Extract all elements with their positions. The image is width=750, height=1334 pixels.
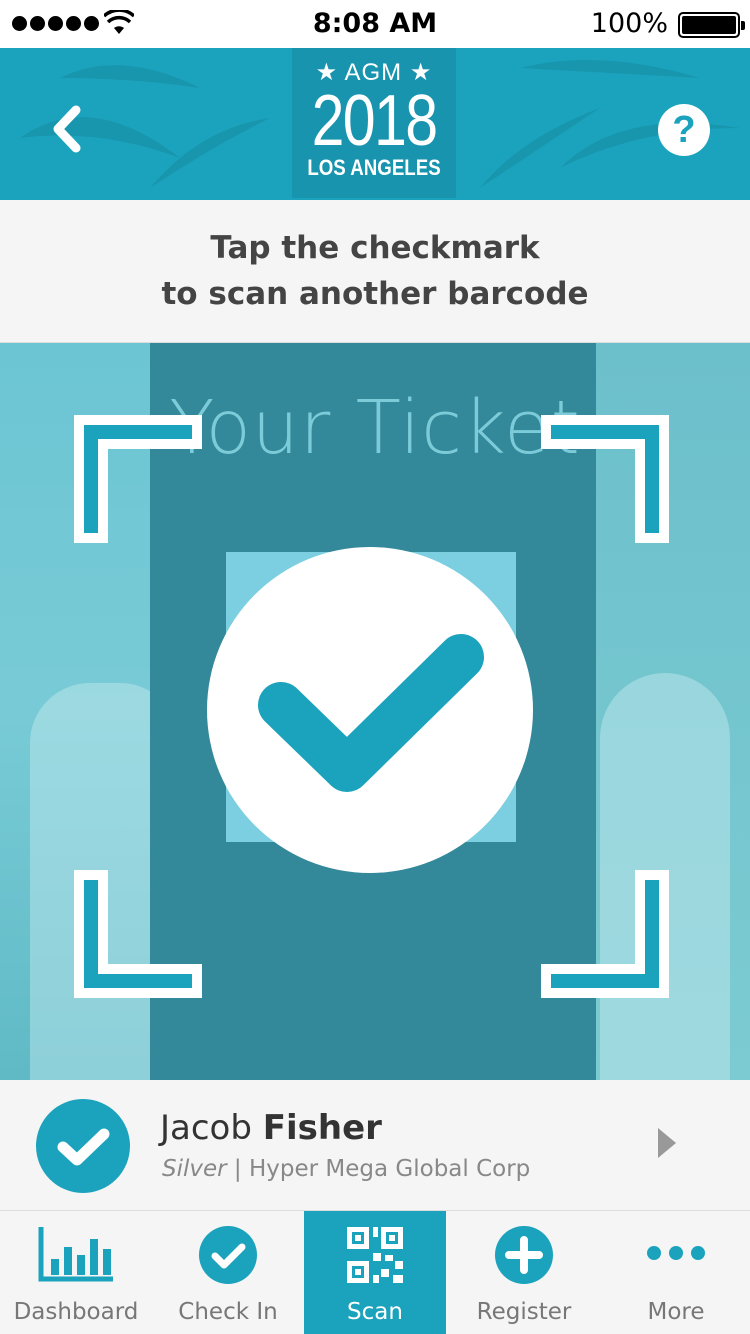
tab-label: Dashboard bbox=[13, 1299, 139, 1325]
tab-bar: Dashboard Check In Scan Register More bbox=[0, 1210, 750, 1334]
event-logo: ★ AGM ★ 2018 LOS ANGELES bbox=[292, 48, 456, 198]
tab-check-in[interactable]: Check In bbox=[152, 1211, 304, 1334]
attendee-separator: | bbox=[226, 1156, 249, 1182]
status-bar: 8:08 AM 100% bbox=[0, 0, 750, 48]
scanner-view: Your Ticket bbox=[0, 343, 750, 1080]
attendee-row[interactable]: Jacob Fisher Silver | Hyper Mega Global … bbox=[0, 1080, 750, 1210]
attendee-tier: Silver bbox=[162, 1156, 227, 1182]
scan-frame-corner-top-left bbox=[74, 415, 202, 543]
tab-scan[interactable]: Scan bbox=[304, 1211, 446, 1334]
scan-frame-corner-bottom-right bbox=[541, 870, 669, 998]
plus-circle-icon bbox=[495, 1226, 553, 1284]
tab-label: Scan bbox=[347, 1299, 403, 1325]
help-button[interactable]: ? bbox=[658, 104, 710, 156]
chevron-right-icon[interactable] bbox=[658, 1128, 676, 1158]
logo-city: LOS ANGELES bbox=[307, 155, 441, 180]
checked-in-status-icon bbox=[36, 1099, 130, 1193]
app-header: ★ AGM ★ 2018 LOS ANGELES ? bbox=[0, 48, 750, 200]
battery-icon bbox=[678, 12, 745, 38]
tab-label: Check In bbox=[178, 1299, 278, 1325]
checkmark-icon bbox=[57, 1128, 110, 1166]
tab-register[interactable]: Register bbox=[446, 1211, 602, 1334]
logo-year: 2018 bbox=[311, 81, 438, 161]
attendee-details: Silver | Hyper Mega Global Corp bbox=[162, 1156, 530, 1182]
scan-frame-corner-bottom-left bbox=[74, 870, 202, 998]
instruction-line-1: Tap the checkmark bbox=[210, 230, 540, 266]
qr-code-icon bbox=[347, 1227, 403, 1283]
tab-more[interactable]: More bbox=[602, 1211, 750, 1334]
checkmark-icon bbox=[258, 634, 484, 792]
attendee-name: Jacob Fisher bbox=[160, 1108, 382, 1148]
attendee-last-name: Fisher bbox=[262, 1108, 382, 1148]
bar-chart-icon bbox=[38, 1227, 113, 1282]
scan-frame-corner-top-right bbox=[541, 415, 669, 543]
checkmark-circle-icon bbox=[199, 1226, 257, 1284]
back-button[interactable] bbox=[44, 104, 94, 154]
instruction-panel: Tap the checkmark to scan another barcod… bbox=[0, 200, 750, 343]
scan-again-checkmark-button[interactable] bbox=[207, 547, 533, 873]
attendee-first-name: Jacob bbox=[160, 1108, 252, 1148]
tab-label: More bbox=[647, 1299, 705, 1325]
instruction-line-2: to scan another barcode bbox=[161, 276, 589, 312]
tab-dashboard[interactable]: Dashboard bbox=[0, 1211, 152, 1334]
battery-percentage: 100% bbox=[590, 8, 668, 39]
ellipsis-icon bbox=[647, 1246, 705, 1260]
tab-label: Register bbox=[476, 1299, 572, 1325]
attendee-company: Hyper Mega Global Corp bbox=[248, 1156, 531, 1182]
